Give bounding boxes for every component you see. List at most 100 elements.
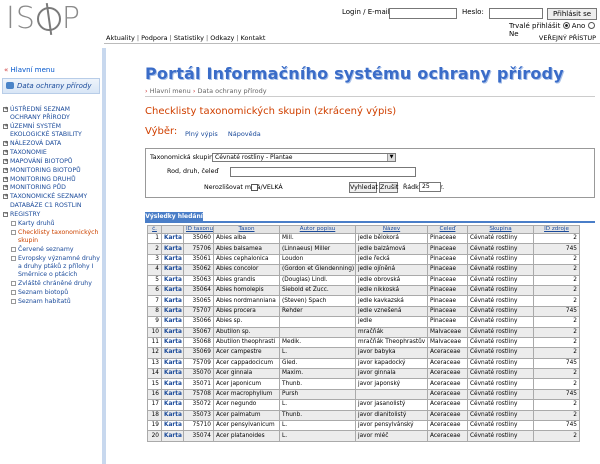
card-link[interactable]: Karta — [164, 370, 182, 376]
sidebar-subitem[interactable]: Seznam habitatů — [3, 298, 101, 306]
sidebar-item[interactable]: DATABÁZE C1 ROSTLIN — [3, 202, 101, 210]
table-cell: Abies homolepis — [213, 284, 280, 297]
card-link[interactable]: Karta — [164, 339, 182, 345]
sidebar-subitem[interactable]: Checklisty taxonomických skupin — [3, 229, 101, 245]
table-cell: Karta — [161, 316, 184, 328]
expand-icon[interactable]: + — [3, 140, 8, 146]
table-cell: (Gordon et Glendenning) Hildebr. — [279, 264, 356, 276]
card-link[interactable]: Karta — [164, 256, 182, 262]
column-header[interactable]: ID zdroje — [533, 225, 580, 234]
column-header[interactable]: Autor popisu — [279, 225, 356, 234]
card-link[interactable]: Karta — [164, 412, 182, 418]
table-cell: 15 — [147, 378, 162, 390]
sidebar-subitem[interactable]: Evropsky významné druhy a druhy ptáků z … — [3, 255, 101, 278]
card-link[interactable]: Karta — [164, 329, 182, 335]
card-link[interactable]: Karta — [164, 381, 182, 387]
sidebar-item[interactable]: + ÚSTŘEDNÍ SEZNAM OCHRANY PŘÍRODY — [3, 106, 101, 122]
column-header[interactable]: ID taxonu — [183, 225, 214, 234]
card-link[interactable]: Karta — [164, 360, 182, 366]
isop-logo[interactable]: IS P — [6, 2, 81, 36]
table-cell: Karta — [161, 336, 184, 349]
nav-aktuality[interactable]: Aktuality — [106, 34, 135, 42]
sidebar-subitem[interactable]: Zvláště chráněné druhy — [3, 280, 101, 288]
sidebar-item[interactable]: + MONITORING PŮD — [3, 184, 101, 192]
password-input[interactable] — [489, 8, 543, 19]
expand-icon[interactable]: + — [3, 167, 8, 173]
table-cell: 2 — [533, 274, 580, 286]
sidebar-item[interactable]: + TAXONOMIE — [3, 149, 101, 157]
table-cell: Aceraceae — [427, 378, 468, 390]
login-button[interactable]: Přihlásit se — [547, 8, 597, 20]
card-link[interactable]: Karta — [164, 266, 182, 272]
sidebar-subitem[interactable]: Seznam biotopů — [3, 289, 101, 297]
expand-icon[interactable]: + — [3, 107, 8, 112]
nav-podpora[interactable]: Podpora — [141, 34, 168, 42]
sidebar-home-link[interactable]: « Hlavní menu — [4, 66, 55, 74]
results-tab[interactable]: Výsledky hledání — [145, 212, 203, 221]
rows-per-page-input[interactable]: 25 — [419, 182, 441, 192]
sidebar-item[interactable]: + MONITORING DRUHŮ — [3, 176, 101, 184]
sidebar-subitem[interactable]: Červené seznamy — [3, 246, 101, 254]
full-list-link[interactable]: Plný výpis — [185, 130, 218, 138]
table-cell: (Linnaeus) Miller — [279, 243, 356, 255]
card-link[interactable]: Karta — [164, 287, 182, 293]
table-cell: Pursh — [279, 388, 356, 401]
card-link[interactable]: Karta — [164, 422, 182, 428]
table-cell: Karta — [161, 388, 184, 401]
sidebar-item[interactable]: + MONITORING BIOTOPŮ — [3, 167, 101, 175]
card-link[interactable]: Karta — [164, 308, 182, 314]
collapse-icon[interactable]: − — [3, 212, 8, 218]
sidebar-item[interactable]: − REGISTRY — [3, 211, 101, 219]
help-link[interactable]: Nápověda — [228, 130, 261, 138]
column-header[interactable]: Skupina — [467, 225, 534, 234]
remember-yes-radio[interactable] — [562, 22, 570, 29]
expand-icon[interactable]: + — [3, 123, 8, 129]
case-insensitive-checkbox[interactable] — [251, 184, 258, 191]
sidebar-item[interactable]: + NÁLEZOVÁ DATA — [3, 140, 101, 148]
card-link[interactable]: Karta — [164, 277, 182, 283]
sidebar-item-label: MONITORING DRUHŮ — [10, 175, 76, 183]
table-cell: Karta — [161, 420, 184, 432]
top-navigation: Aktuality | Podpora | Statistiky | Odkazy | Kont… — [106, 34, 266, 42]
card-link[interactable]: Karta — [164, 349, 182, 355]
sidebar-item[interactable]: + ÚZEMNÍ SYSTÉM EKOLOGICKÉ STABILITY — [3, 123, 101, 139]
card-link[interactable]: Karta — [164, 318, 182, 324]
nav-kontakt[interactable]: Kontakt — [241, 34, 266, 42]
card-link[interactable]: Karta — [164, 246, 182, 252]
table-row: 16 Karta 75708 Acer macrophyllum Pursh Acerac… — [147, 388, 580, 401]
sidebar-subitem[interactable]: Karty druhů — [3, 220, 101, 228]
login-input[interactable] — [389, 8, 457, 19]
table-header-row: č. ID taxonu Taxon Autor popisu Název Čeleď Sk… — [147, 225, 580, 234]
name-filter-input[interactable] — [230, 167, 416, 177]
card-link[interactable]: Karta — [164, 235, 182, 241]
table-cell: Cévnaté rostliny — [467, 243, 534, 255]
table-cell: Aceraceae — [427, 409, 468, 422]
column-header[interactable]: Taxon — [213, 225, 280, 234]
breadcrumb-home[interactable]: Hlavní menu — [150, 87, 191, 95]
card-link[interactable]: Karta — [164, 298, 182, 304]
column-header[interactable]: č. — [147, 225, 162, 234]
expand-icon[interactable]: + — [3, 149, 8, 155]
expand-icon[interactable]: + — [3, 158, 8, 164]
expand-icon[interactable]: + — [3, 185, 8, 191]
taxonomic-group-select[interactable]: Cévnaté rostliny - Plantae ▼ — [212, 153, 396, 162]
expand-icon[interactable]: + — [3, 176, 8, 182]
table-cell: jedle ojíněná — [355, 264, 428, 276]
table-cell: Thunb. — [279, 409, 356, 422]
remember-no-radio[interactable] — [587, 22, 595, 29]
table-cell: 2 — [533, 378, 580, 390]
column-header[interactable]: Název — [355, 225, 428, 234]
breadcrumb-data[interactable]: Data ochrany přírody — [198, 87, 267, 95]
card-link[interactable]: Karta — [164, 401, 182, 407]
bullet-icon — [11, 247, 16, 253]
sidebar-item[interactable]: + TAXONOMICKÉ SEZNAMY — [3, 193, 101, 201]
sidebar-item[interactable]: + MAPOVÁNÍ BIOTOPŮ — [3, 158, 101, 166]
cancel-button[interactable]: Zrušit — [379, 182, 398, 193]
card-link[interactable]: Karta — [164, 391, 182, 397]
search-button[interactable]: Vyhledat — [349, 182, 378, 193]
nav-odkazy[interactable]: Odkazy — [210, 34, 234, 42]
expand-icon[interactable]: + — [3, 194, 8, 200]
nav-statistiky[interactable]: Statistiky — [174, 34, 204, 42]
card-link[interactable]: Karta — [164, 433, 182, 439]
column-header[interactable]: Čeleď — [427, 225, 468, 234]
